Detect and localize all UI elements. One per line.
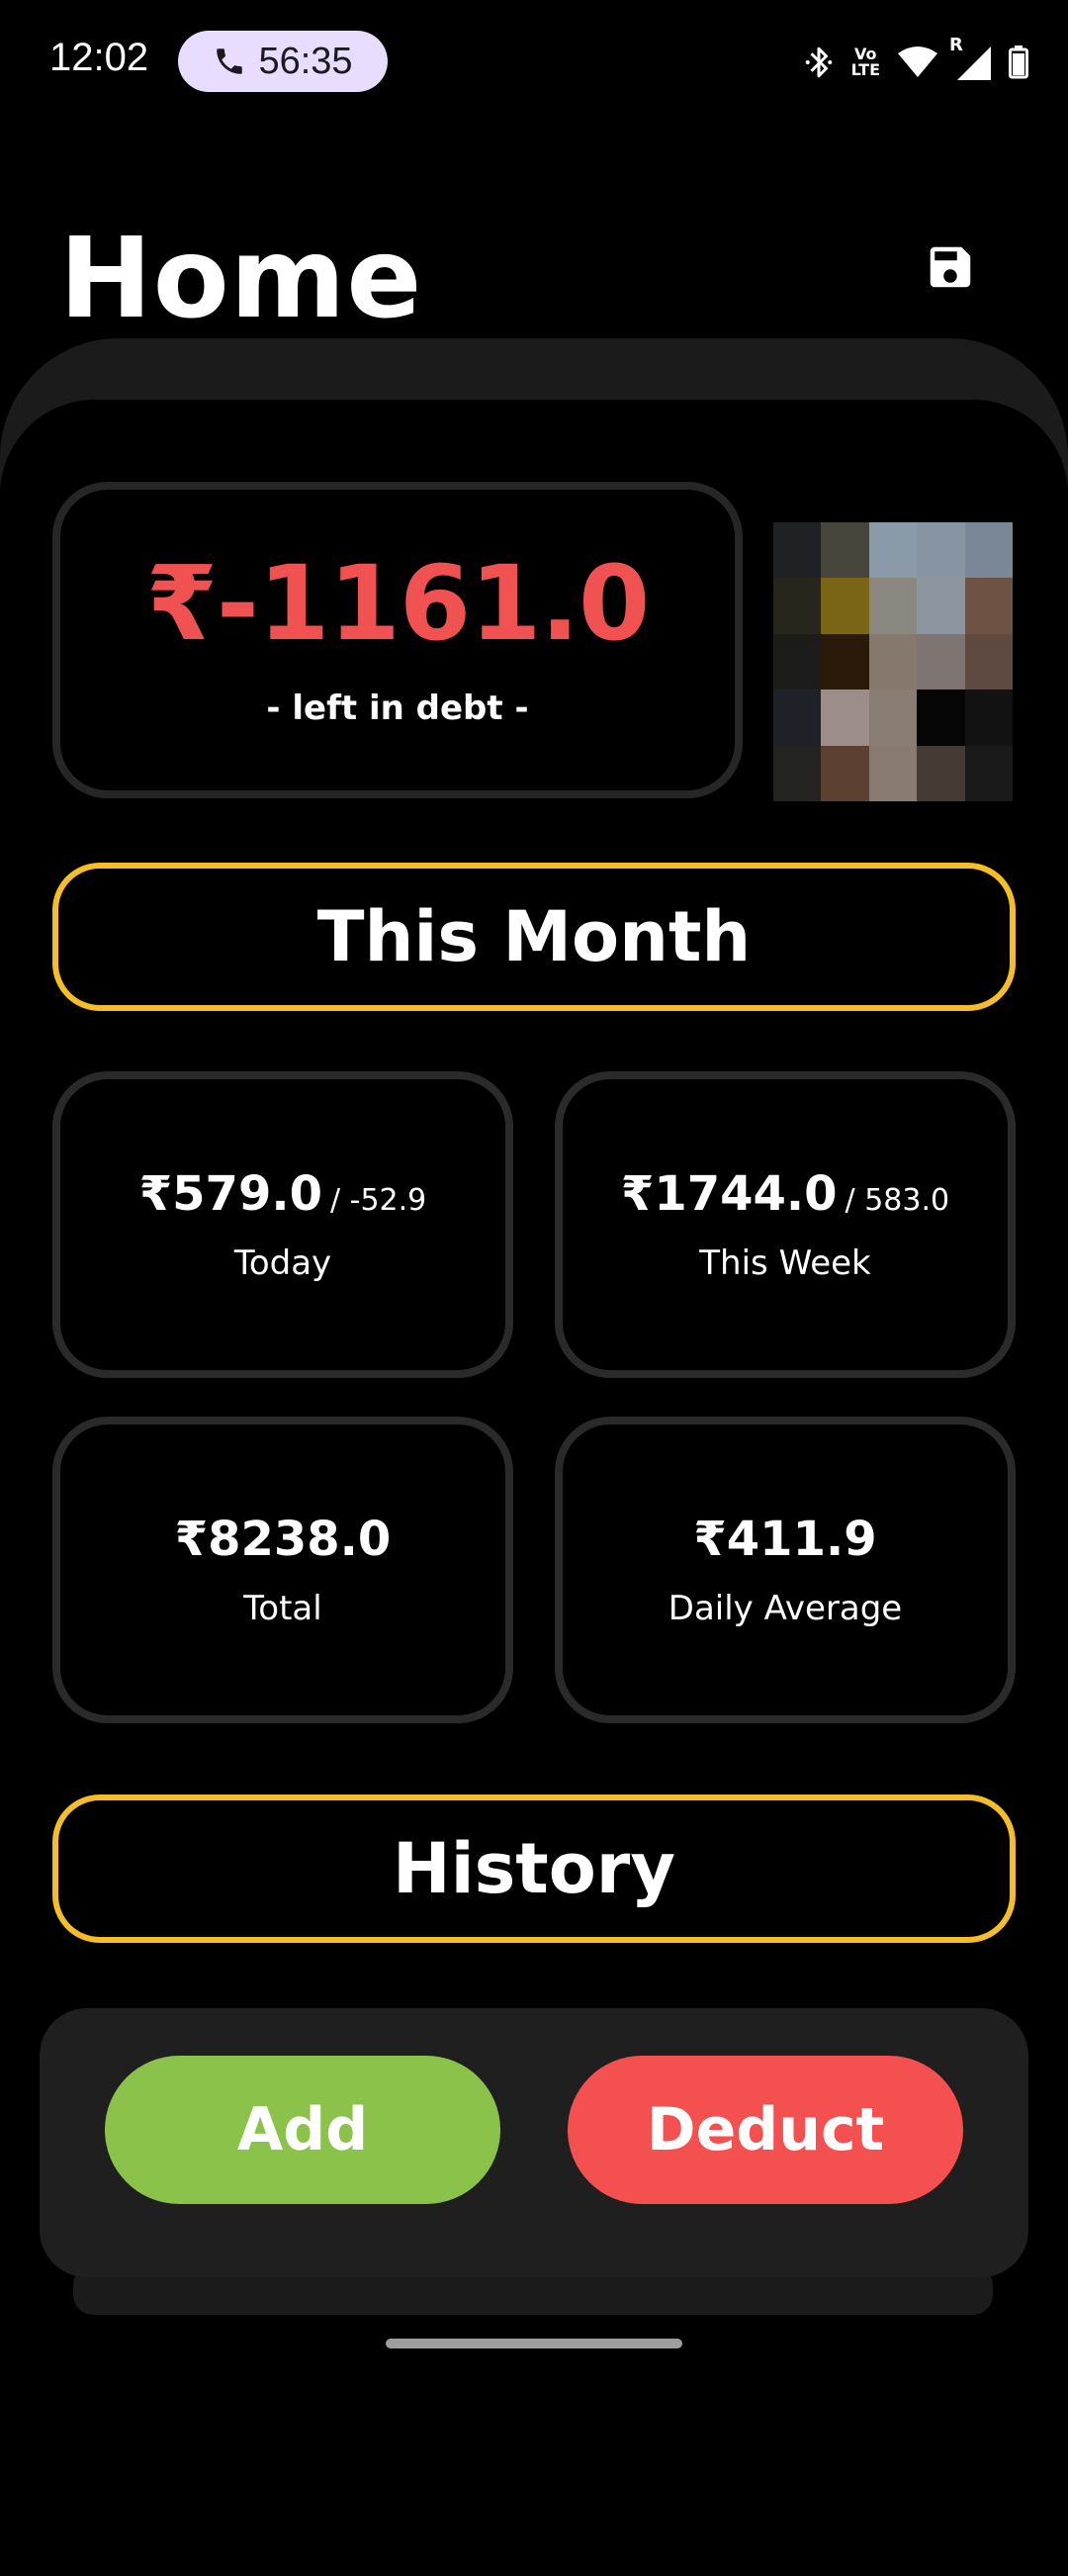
avatar-pixel xyxy=(868,578,918,634)
stat-card-today: ₹579.0 / -52.9 Today xyxy=(52,1071,513,1378)
stat-value: ₹411.9 xyxy=(693,1512,877,1567)
avatar-pixel xyxy=(917,745,965,801)
call-duration: 56:35 xyxy=(258,40,353,82)
status-icons: Vo LTE R xyxy=(804,35,1028,89)
stat-label: Today xyxy=(233,1243,332,1283)
balance-label: - left in debt - xyxy=(266,689,529,728)
history-button[interactable]: History xyxy=(52,1794,1016,1943)
avatar-pixel xyxy=(964,690,1013,746)
add-button[interactable]: Add xyxy=(105,2056,500,2204)
save-icon[interactable] xyxy=(924,240,977,294)
signal-roaming: R xyxy=(949,35,991,80)
avatar-pixel xyxy=(964,633,1013,690)
bluetooth-icon xyxy=(805,46,832,78)
stat-card-this-week: ₹1744.0 / 583.0 This Week xyxy=(555,1071,1016,1378)
phone-icon xyxy=(217,48,243,74)
page-title: Home xyxy=(59,215,423,343)
avatar-pixel xyxy=(773,578,822,634)
stat-card-daily-average: ₹411.9 Daily Average xyxy=(555,1417,1016,1723)
avatar-pixel xyxy=(868,522,918,579)
avatar-pixel xyxy=(964,745,1013,801)
avatar-pixel xyxy=(773,522,822,579)
avatar-pixel xyxy=(773,745,822,801)
stat-value: ₹1744.0 xyxy=(620,1166,838,1222)
roaming-indicator: R xyxy=(949,35,963,55)
stat-label: This Week xyxy=(699,1243,871,1283)
avatar-pixel xyxy=(917,578,965,634)
avatar-pixel xyxy=(964,578,1013,634)
stat-value: ₹579.0 xyxy=(138,1166,322,1222)
stat-label: Total xyxy=(243,1589,322,1628)
avatar-pixel xyxy=(917,690,965,746)
status-bar: 12:02 56:35 Vo LTE R xyxy=(0,0,1068,125)
avatar-pixel xyxy=(821,522,869,579)
avatar-pixel xyxy=(821,745,869,801)
status-time: 12:02 xyxy=(49,36,149,79)
balance-card[interactable]: ₹-1161.0 - left in debt - xyxy=(52,482,743,798)
ongoing-call-chip[interactable]: 56:35 xyxy=(178,31,388,92)
avatar-pixel xyxy=(773,690,822,746)
stat-label: Daily Average xyxy=(668,1589,903,1628)
avatar-pixel xyxy=(868,633,918,690)
wifi-icon xyxy=(898,46,937,77)
stat-sub: / -52.9 xyxy=(329,1183,427,1218)
stat-card-total: ₹8238.0 Total xyxy=(52,1417,513,1723)
avatar[interactable] xyxy=(773,522,1013,801)
avatar-pixel xyxy=(964,522,1013,579)
action-bar: Add Deduct xyxy=(40,2008,1028,2289)
this-month-button[interactable]: This Month xyxy=(52,863,1016,1011)
balance-value: ₹-1161.0 xyxy=(145,543,651,664)
avatar-pixel xyxy=(773,633,822,690)
avatar-pixel xyxy=(917,633,965,690)
avatar-pixel xyxy=(868,745,918,801)
avatar-pixel xyxy=(821,578,869,634)
avatar-pixel xyxy=(821,633,869,690)
avatar-pixel xyxy=(821,690,869,746)
avatar-pixel xyxy=(868,690,918,746)
stat-sub: / 583.0 xyxy=(845,1183,950,1218)
battery-icon xyxy=(1009,46,1028,79)
stat-value: ₹8238.0 xyxy=(174,1512,392,1567)
volte-icon: Vo LTE xyxy=(850,45,880,79)
deduct-button[interactable]: Deduct xyxy=(568,2056,963,2204)
avatar-pixel xyxy=(917,522,965,579)
gesture-navigation-bar[interactable] xyxy=(386,2339,682,2348)
